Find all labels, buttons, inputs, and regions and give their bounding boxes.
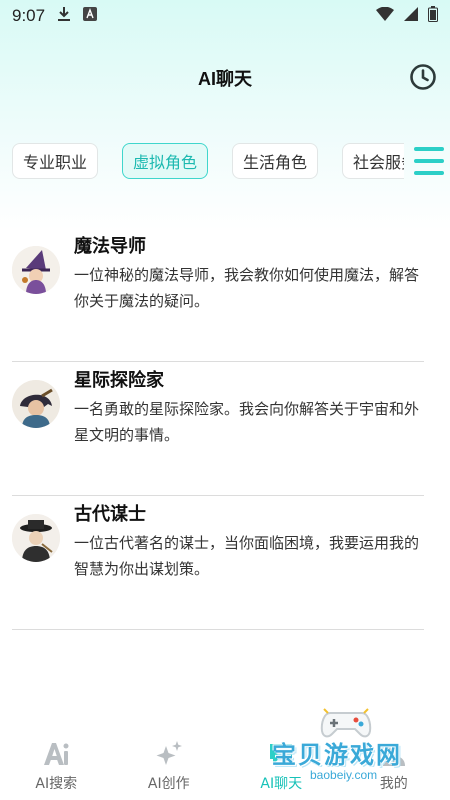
tab-life-character[interactable]: 生活角色 — [232, 143, 319, 179]
category-tabs-scroller[interactable]: 专业职业 虚拟角色 生活角色 社会服务 — [12, 143, 404, 183]
site-watermark: 宝贝游戏网 baobeiy.com — [268, 705, 438, 795]
nav-ai-search[interactable]: AI搜索 — [0, 732, 113, 800]
list-item[interactable]: 古代谋士 一位古代著名的谋士，当你面临困境，我要运用我的智慧为你出谋划策。 — [12, 496, 424, 630]
clock-icon — [410, 64, 436, 90]
download-icon — [57, 6, 71, 27]
header-gradient-background — [0, 0, 450, 230]
character-list: 魔法导师 一位神秘的魔法导师，我会教你如何使用魔法，解答你关于魔法的疑问。 星际… — [0, 228, 450, 630]
watermark-url: baobeiy.com — [306, 767, 382, 783]
ai-text-icon — [41, 739, 71, 769]
category-tabs: 专业职业 虚拟角色 生活角色 社会服务 — [12, 143, 404, 179]
page-title: AI聊天 — [198, 69, 252, 89]
avatar-space-explorer — [12, 380, 60, 428]
battery-icon — [428, 5, 438, 27]
category-menu-button[interactable] — [414, 147, 444, 175]
watermark-text: 宝贝游戏网 — [272, 741, 402, 769]
character-description: 一位神秘的魔法导师，我会教你如何使用魔法，解答你关于魔法的疑问。 — [74, 266, 420, 310]
wifi-icon — [376, 6, 394, 26]
sparkle-icon — [154, 739, 184, 769]
character-name: 星际探险家 — [74, 370, 164, 391]
status-time: 9:07 — [12, 6, 46, 25]
category-tabs-row: 专业职业 虚拟角色 生活角色 社会服务 — [0, 143, 450, 183]
nav-ai-create[interactable]: AI创作 — [113, 732, 226, 800]
list-item[interactable]: 魔法导师 一位神秘的魔法导师，我会教你如何使用魔法，解答你关于魔法的疑问。 — [12, 228, 424, 362]
character-name: 魔法导师 — [74, 236, 146, 257]
list-item[interactable]: 星际探险家 一名勇敢的星际探险家。我会向你解答关于宇宙和外星文明的事情。 — [12, 362, 424, 496]
app-header: AI聊天 — [0, 58, 450, 98]
nav-label: AI创作 — [147, 776, 190, 792]
tab-social-service[interactable]: 社会服务 — [342, 143, 404, 179]
character-description: 一名勇敢的星际探险家。我会向你解答关于宇宙和外星文明的事情。 — [74, 400, 420, 444]
history-button[interactable] — [408, 62, 438, 92]
tab-virtual-character[interactable]: 虚拟角色 — [122, 143, 209, 179]
tab-professional[interactable]: 专业职业 — [12, 143, 99, 179]
status-bar: 9:07 — [0, 0, 450, 32]
avatar-magic-mentor — [12, 246, 60, 294]
character-name: 古代谋士 — [74, 504, 146, 525]
app-notification-icon — [83, 6, 98, 26]
avatar-ancient-strategist — [12, 514, 60, 562]
signal-icon — [404, 6, 418, 26]
character-description: 一位古代著名的谋士，当你面临困境，我要运用我的智慧为你出谋划策。 — [74, 534, 420, 578]
menu-icon — [414, 147, 444, 151]
nav-label: AI搜索 — [35, 776, 78, 792]
